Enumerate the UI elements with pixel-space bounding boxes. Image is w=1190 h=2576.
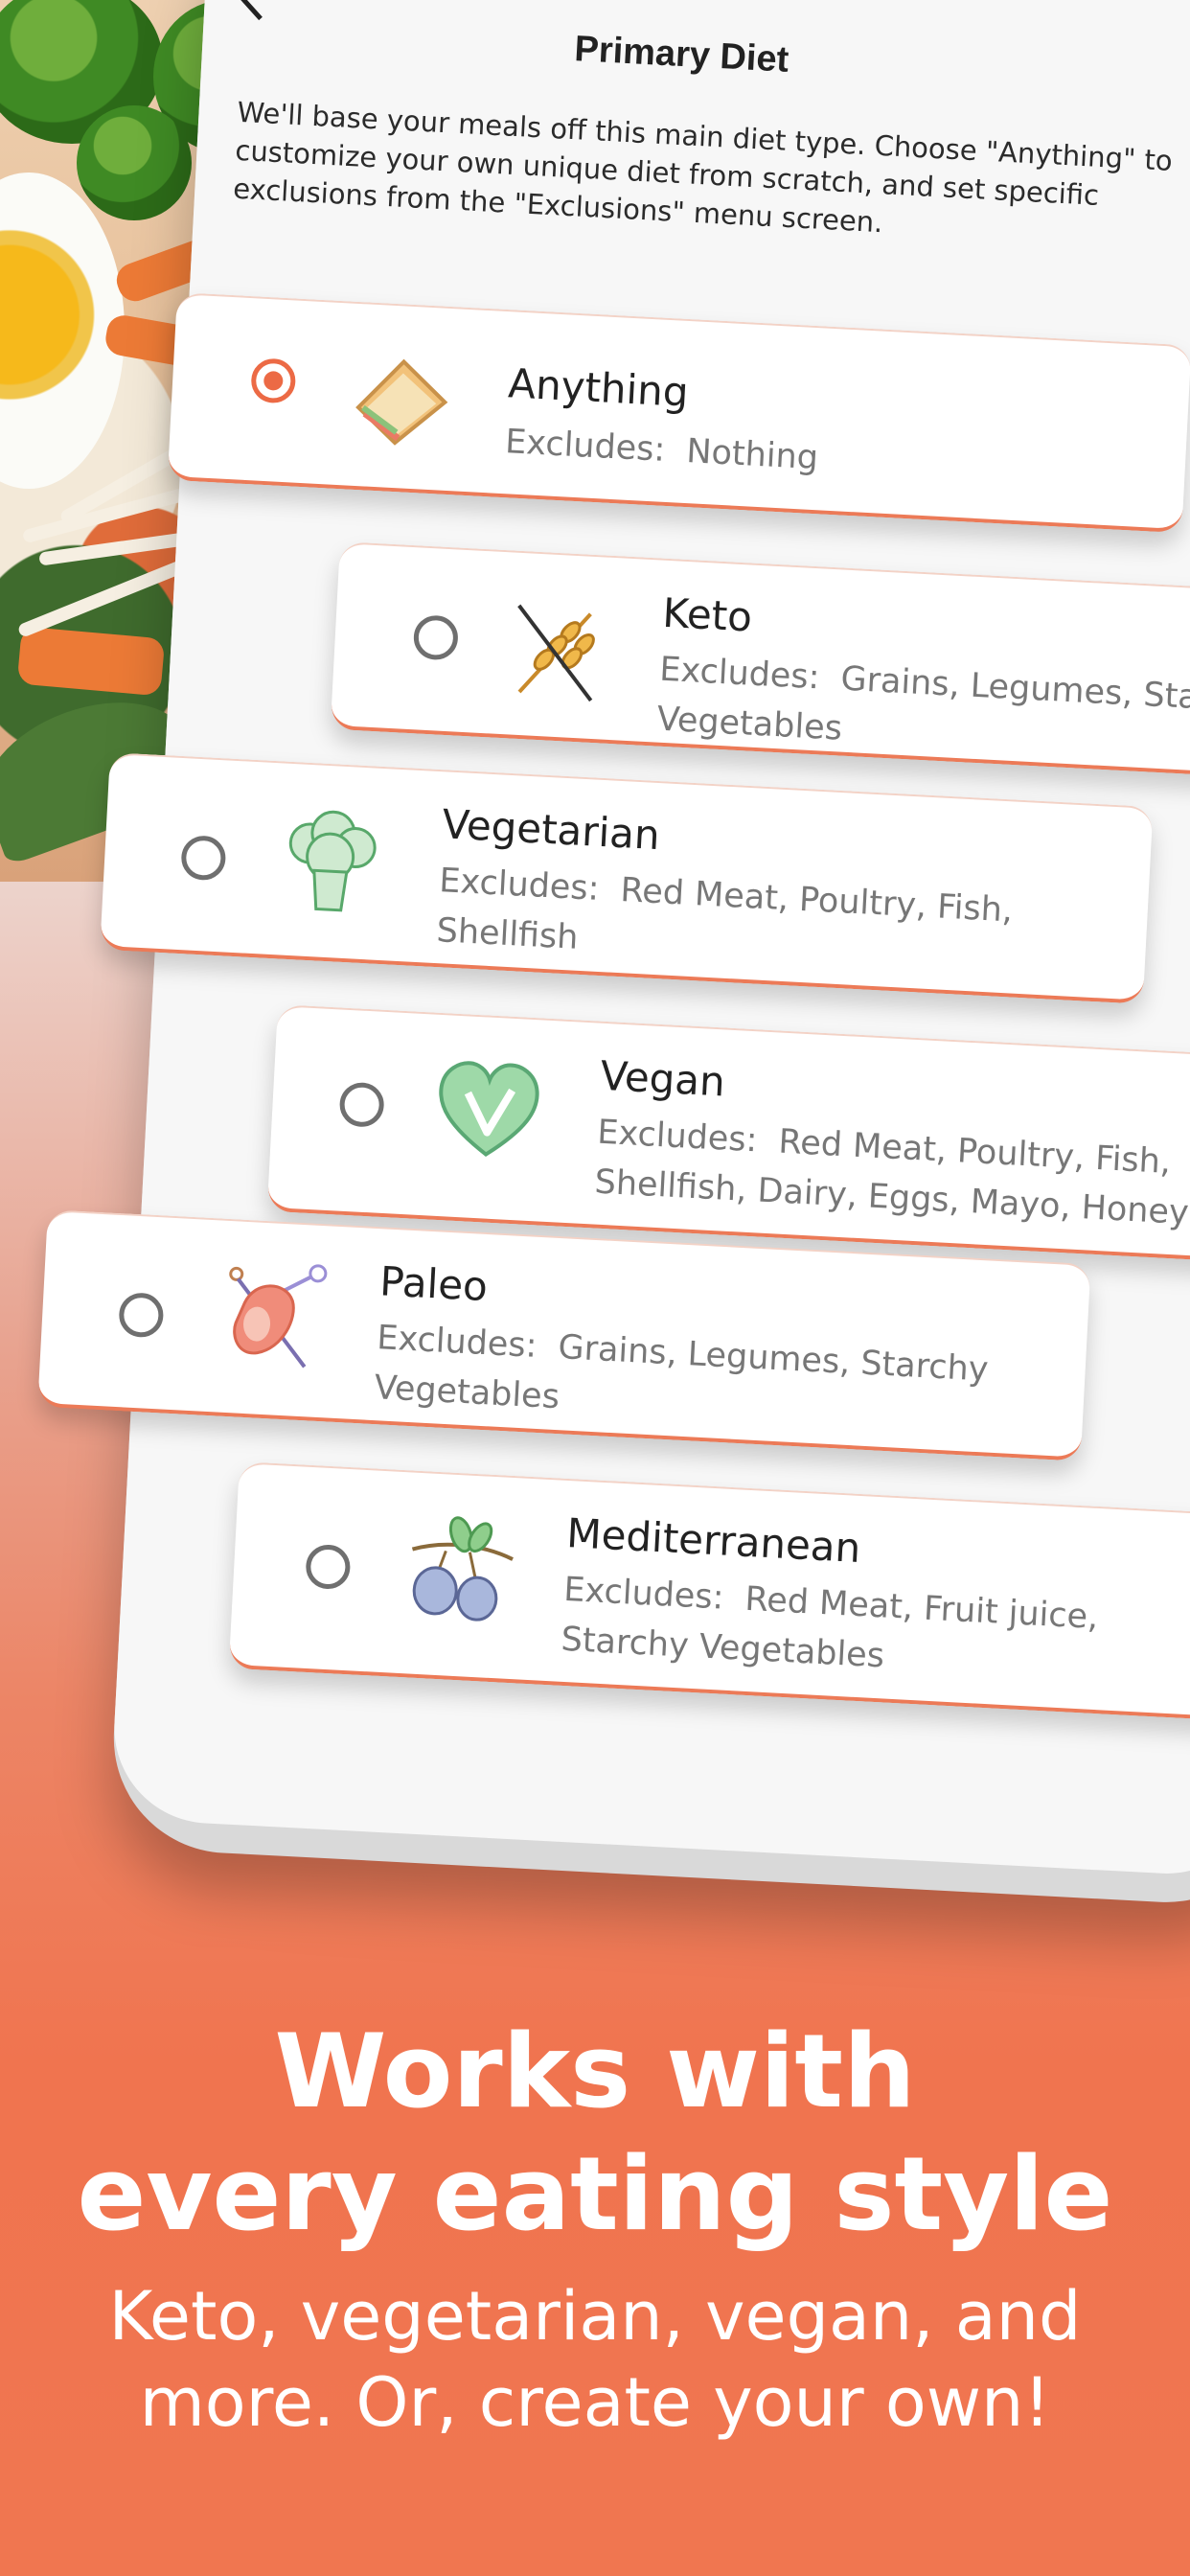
diet-name: Anything xyxy=(507,359,690,417)
diet-excludes: Excludes: Red Meat, Fruit juice, Starchy… xyxy=(560,1570,1100,1676)
olive-branch-icon xyxy=(411,1516,514,1622)
no-wheat-icon xyxy=(517,604,595,702)
radio-unselected-icon[interactable] xyxy=(180,835,227,882)
screen-title: Primary Diet xyxy=(573,29,790,80)
promo-headline: Works with every eating style xyxy=(0,2011,1190,2256)
radio-unselected-icon[interactable] xyxy=(412,614,460,661)
diet-name: Paleo xyxy=(378,1257,490,1311)
diet-name: Vegan xyxy=(599,1051,727,1106)
diet-name: Mediterranean xyxy=(565,1509,862,1573)
subline-line-2: more. Or, create your own! xyxy=(139,2363,1051,2442)
headline-line-1: Works with xyxy=(274,2012,916,2130)
promo-screenshot: Primary Diet We'll base your meals off t… xyxy=(0,0,1190,2576)
diet-excludes: Excludes: Red Meat, Poultry, Fish, Shell… xyxy=(435,862,1014,957)
vegan-heart-icon xyxy=(439,1061,539,1158)
diet-name: Keto xyxy=(661,588,754,641)
diet-excludes: Excludes: Red Meat, Poultry, Fish, Shell… xyxy=(593,1113,1190,1233)
screen-description: We'll base your meals off this main diet… xyxy=(232,95,1174,240)
meat-drumstick-icon xyxy=(229,1264,328,1368)
diet-excludes: Excludes: Grains, Legumes, Starchy Veget… xyxy=(373,1319,990,1417)
headline-line-2: every eating style xyxy=(77,2135,1113,2253)
radio-unselected-icon[interactable] xyxy=(338,1081,385,1128)
sandwich-icon xyxy=(355,358,448,446)
diet-name: Vegetarian xyxy=(441,800,661,860)
subline-line-1: Keto, vegetarian, vegan, and xyxy=(108,2277,1082,2356)
broccoli-icon xyxy=(288,810,377,912)
diet-excludes: Excludes: Nothing xyxy=(504,423,819,478)
promo-subline: Keto, vegetarian, vegan, and more. Or, c… xyxy=(0,2273,1190,2446)
radio-selected-icon[interactable] xyxy=(250,357,297,404)
radio-unselected-icon[interactable] xyxy=(305,1543,352,1591)
radio-unselected-icon[interactable] xyxy=(118,1292,165,1339)
